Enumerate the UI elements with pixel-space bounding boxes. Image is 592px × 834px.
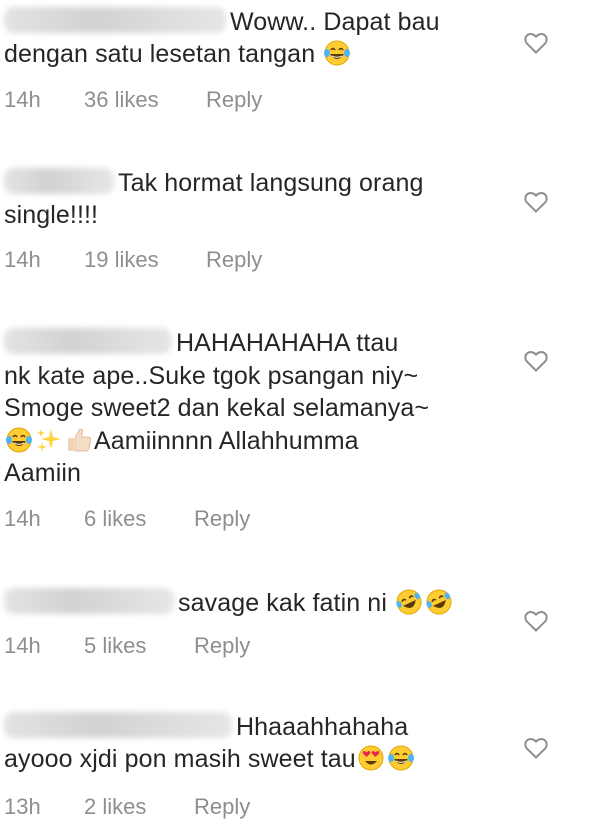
like-heart-icon[interactable] xyxy=(524,191,548,213)
comment-time: 13h xyxy=(4,794,41,819)
laughing-tears-emoji xyxy=(387,744,415,772)
comment-meta: 14h 5 likes Reply xyxy=(4,633,250,659)
comment-text-line-1: HAHAHAHAHA ttau xyxy=(176,329,399,357)
comment-text-line-5: Aamiin xyxy=(4,459,82,487)
sparkles-emoji xyxy=(35,426,63,454)
username-blurred[interactable] xyxy=(4,168,114,194)
comment-body: savage kak fatin ni xyxy=(4,587,504,619)
comment-meta: 14h 36 likes Reply xyxy=(4,87,262,113)
reply-button[interactable]: Reply xyxy=(206,247,262,273)
comment-likes[interactable]: 5 likes xyxy=(84,633,194,659)
username-blurred[interactable] xyxy=(4,328,172,354)
comment-body: Hhaaahhahaha ayooo xjdi pon masih sweet … xyxy=(4,711,504,775)
comment-likes[interactable]: 2 likes xyxy=(84,794,194,820)
comment-meta: 14h 6 likes Reply xyxy=(4,506,250,532)
laughing-tears-emoji xyxy=(5,426,33,454)
comment-likes[interactable]: 6 likes xyxy=(84,506,194,532)
comment-text-line-1: Woww.. Dapat bau xyxy=(230,8,440,36)
thumbs-up-emoji xyxy=(65,426,93,454)
comment-time: 14h xyxy=(4,247,41,272)
comment-text-line-3: Smoge sweet2 dan kekal selamanya~ xyxy=(4,394,430,422)
laughing-tears-emoji xyxy=(323,39,351,67)
comment-text-line-2: ayooo xjdi pon masih sweet tau xyxy=(4,745,356,773)
comment-text-line-1: Hhaaahhahaha xyxy=(236,713,409,741)
comment-text-line-1: Tak hormat langsung orang xyxy=(118,169,424,197)
comment-text-line-2: nk kate ape..Suke tgok psangan niy~ xyxy=(4,361,419,390)
comment-meta: 14h 19 likes Reply xyxy=(4,247,262,273)
comment-likes[interactable]: 19 likes xyxy=(84,247,206,273)
comment-time: 14h xyxy=(4,506,41,531)
comment-body: HAHAHAHAHA ttau nk kate ape..Suke tgok p… xyxy=(4,327,504,490)
like-heart-icon[interactable] xyxy=(524,350,548,372)
reply-button[interactable]: Reply xyxy=(194,633,250,659)
reply-button[interactable]: Reply xyxy=(194,794,250,820)
comment-text-line-2: single!!!! xyxy=(4,201,99,229)
comment-time: 14h xyxy=(4,87,41,112)
comment-text-line-1: savage kak fatin ni xyxy=(178,589,387,617)
comment-body: Tak hormat langsung orang single!!!! xyxy=(4,167,504,231)
username-blurred[interactable] xyxy=(4,588,174,614)
like-heart-icon[interactable] xyxy=(524,737,548,759)
username-blurred[interactable] xyxy=(4,712,232,738)
like-heart-icon[interactable] xyxy=(524,610,548,632)
comment-text-line-4: Aamiinnnn Allahhumma xyxy=(94,426,359,455)
like-heart-icon[interactable] xyxy=(524,32,548,54)
comment-text-line-2: dengan satu lesetan tangan xyxy=(4,40,316,68)
reply-button[interactable]: Reply xyxy=(206,87,262,113)
comment-time: 14h xyxy=(4,633,41,658)
comment-body: Woww.. Dapat bau dengan satu lesetan tan… xyxy=(4,6,504,70)
username-blurred[interactable] xyxy=(4,7,226,33)
comment-likes[interactable]: 36 likes xyxy=(84,87,206,113)
comment-meta: 13h 2 likes Reply xyxy=(4,794,250,820)
rolling-laughing-emoji xyxy=(425,588,453,616)
reply-button[interactable]: Reply xyxy=(194,506,250,532)
heart-eyes-emoji xyxy=(357,744,385,772)
rolling-laughing-emoji xyxy=(395,588,423,616)
